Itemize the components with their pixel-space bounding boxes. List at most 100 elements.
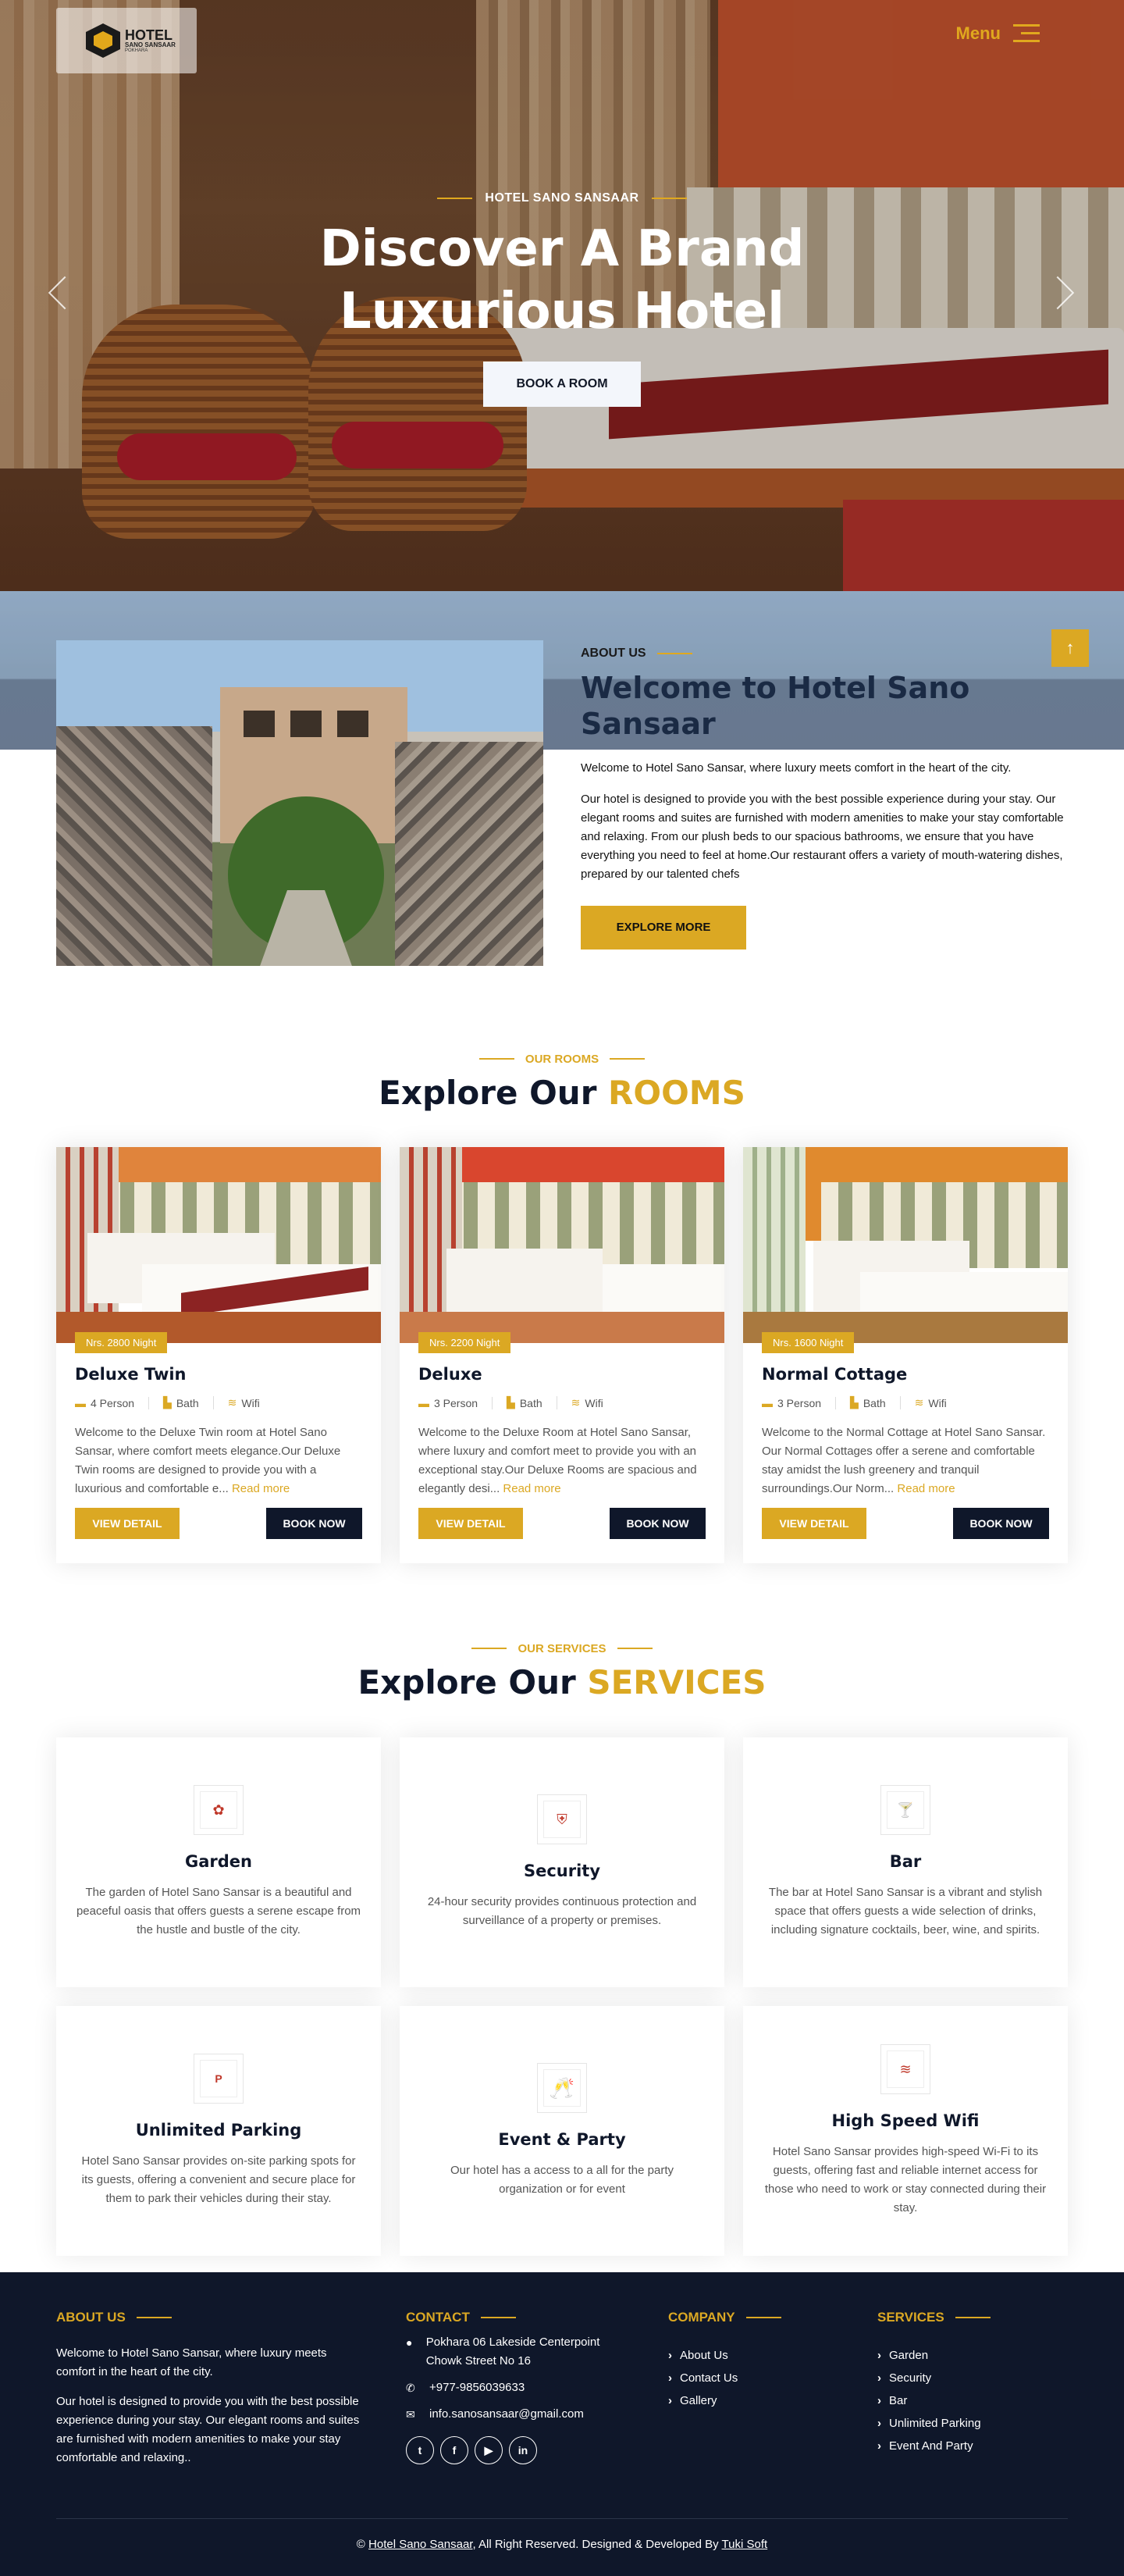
room-wifi-label: Wifi	[928, 1396, 947, 1409]
wifi-icon: ≋	[880, 2044, 930, 2094]
menu-button[interactable]: Menu	[956, 23, 1040, 44]
wifi-icon: ≋	[571, 1396, 581, 1409]
youtube-icon[interactable]: ▶	[475, 2436, 503, 2464]
view-detail-button[interactable]: VIEW DETAIL	[418, 1508, 523, 1539]
chevron-right-icon: ›	[877, 2394, 881, 2407]
read-more-link[interactable]: Read more	[232, 1482, 290, 1495]
about-image-stone-wall	[56, 726, 212, 966]
shield-icon: ⛨	[537, 1794, 587, 1844]
cocktail-icon: 🍸	[880, 1785, 930, 1835]
linkedin-icon[interactable]: in	[509, 2436, 537, 2464]
footer-link-about[interactable]: › About Us	[668, 2344, 840, 2367]
view-detail-button[interactable]: VIEW DETAIL	[762, 1508, 866, 1539]
copyright-symbol: ©	[356, 2538, 369, 2551]
twitter-icon[interactable]: t	[406, 2436, 434, 2464]
footer-link-garden[interactable]: › Garden	[877, 2344, 1068, 2367]
footer-link-gallery[interactable]: › Gallery	[668, 2389, 840, 2412]
logo-sub: SANO SANSAAR	[125, 41, 176, 48]
room-image	[400, 1147, 724, 1343]
services-grid: ✿ Garden The garden of Hotel Sano Sansar…	[56, 1737, 1068, 2256]
room-meta: ▬ 3 Person ▙ Bath ≋ Wifi	[762, 1396, 1049, 1409]
footer-link-bar[interactable]: › Bar	[877, 2389, 1068, 2412]
rooms-title-accent: ROOMS	[608, 1073, 745, 1112]
back-to-top-button[interactable]: ↑	[1051, 629, 1089, 667]
book-now-button[interactable]: BOOK NOW	[610, 1508, 706, 1539]
read-more-link[interactable]: Read more	[897, 1482, 955, 1495]
room-persons: ▬ 4 Person	[75, 1396, 150, 1409]
room-card: Nrs. 2200 Night Deluxe ▬ 3 Person ▙ Bath ≋…	[400, 1147, 724, 1563]
chevron-right-icon: ›	[668, 2394, 672, 2407]
about-image	[56, 640, 543, 966]
service-card: ⛨ Security 24-hour security provides con…	[400, 1737, 724, 1987]
about-title: Welcome to Hotel Sano Sansaar	[581, 671, 970, 741]
service-card: ✿ Garden The garden of Hotel Sano Sansar…	[56, 1737, 381, 1987]
footer-link-security[interactable]: › Security	[877, 2367, 1068, 2389]
services-eyebrow: OUR SERVICES	[471, 1642, 652, 1655]
hero-title-line2: Luxurious Hotel	[339, 283, 785, 340]
footer-link-label: Gallery	[680, 2394, 717, 2407]
room-bath-label: Bath	[519, 1396, 542, 1409]
footer-phone-text: +977-9856039633	[429, 2381, 525, 2394]
about-section: ABOUT US Welcome to Hotel Sano Sansaar W…	[56, 640, 1068, 968]
room-image	[743, 1147, 1068, 1343]
logo-text: HOTEL SANO SANSAAR POKHARA	[125, 28, 176, 53]
footer-link-label: Contact Us	[680, 2371, 738, 2385]
read-more-link[interactable]: Read more	[503, 1482, 560, 1495]
service-description: Hotel Sano Sansar provides on-site parki…	[81, 2154, 356, 2205]
footer-about-p2: Our hotel is designed to provide you wit…	[56, 2395, 360, 2464]
rooms-list: Nrs. 2800 Night Deluxe Twin ▬ 4 Person ▙ B…	[56, 1147, 1068, 1563]
footer-link-event[interactable]: › Event And Party	[877, 2435, 1068, 2457]
service-description: The bar at Hotel Sano Sansar is a vibran…	[768, 1886, 1043, 1936]
footer-link-contact[interactable]: › Contact Us	[668, 2367, 840, 2389]
site-logo[interactable]: HOTEL SANO SANSAAR POKHARA	[56, 8, 197, 73]
phone-icon: ✆	[406, 2382, 415, 2394]
services-title-accent: SERVICES	[587, 1662, 767, 1701]
explore-more-button[interactable]: EXPLORE MORE	[581, 906, 746, 950]
footer-link-label: Event And Party	[889, 2439, 973, 2453]
envelope-icon: ✉	[406, 2408, 415, 2421]
footer-phone[interactable]: ✆ +977-9856039633	[406, 2378, 632, 2397]
footer-link-parking[interactable]: › Unlimited Parking	[877, 2412, 1068, 2435]
developer-link[interactable]: Tuki Soft	[722, 2538, 768, 2551]
room-body: Deluxe ▬ 3 Person ▙ Bath ≋ Wifi Welcome to …	[400, 1343, 724, 1539]
facebook-icon[interactable]: f	[440, 2436, 468, 2464]
footer-link-label: Garden	[889, 2349, 929, 2362]
room-image-bed	[446, 1249, 603, 1319]
about-image-window	[244, 711, 275, 737]
wifi-icon: ≋	[227, 1396, 237, 1409]
room-wifi: ≋ Wifi	[571, 1396, 617, 1409]
room-price-badge: Nrs. 2800 Night	[75, 1332, 168, 1353]
book-a-room-button[interactable]: BOOK A ROOM	[483, 362, 641, 407]
footer-services: SERVICES › Garden › Security › Bar › Unlimit…	[877, 2310, 1068, 2457]
garden-icon: ✿	[194, 1785, 244, 1835]
room-price-badge: Nrs. 1600 Night	[762, 1332, 855, 1353]
bed-icon: ▬	[418, 1396, 429, 1409]
room-body: Normal Cottage ▬ 3 Person ▙ Bath ≋ Wifi Wel…	[743, 1343, 1068, 1539]
room-image	[56, 1147, 381, 1343]
footer-about-p1: Welcome to Hotel Sano Sansar, where luxu…	[56, 2346, 327, 2378]
service-description: 24-hour security provides continuous pro…	[427, 1895, 697, 1927]
room-bath-label: Bath	[176, 1396, 199, 1409]
copyright-brand-link[interactable]: Hotel Sano Sansaar	[368, 2538, 472, 2551]
view-detail-button[interactable]: VIEW DETAIL	[75, 1508, 180, 1539]
footer-link-label: Bar	[889, 2394, 908, 2407]
garden-glyph: ✿	[200, 1791, 237, 1829]
room-persons-label: 3 Person	[434, 1396, 478, 1409]
book-now-button[interactable]: BOOK NOW	[266, 1508, 362, 1539]
book-now-button[interactable]: BOOK NOW	[953, 1508, 1049, 1539]
room-bath: ▙ Bath	[163, 1396, 214, 1409]
cheers-glyph: 🥂	[543, 2069, 581, 2107]
map-marker-icon: ●	[406, 2336, 413, 2349]
room-card: Nrs. 2800 Night Deluxe Twin ▬ 4 Person ▙ B…	[56, 1147, 381, 1563]
service-title: Event & Party	[498, 2130, 626, 2149]
wifi-icon: ≋	[914, 1396, 924, 1409]
bath-icon: ▙	[507, 1396, 515, 1409]
social-links: t f ▶ in	[406, 2436, 632, 2464]
service-title: Unlimited Parking	[135, 2121, 302, 2140]
service-card: P Unlimited Parking Hotel Sano Sansar pr…	[56, 2006, 381, 2256]
room-bath: ▙ Bath	[850, 1396, 901, 1409]
footer-link-label: Security	[889, 2371, 932, 2385]
footer-email[interactable]: ✉ info.sanosansaar@gmail.com	[406, 2405, 632, 2424]
hero-eyebrow: HOTEL SANO SANSAAR	[437, 191, 686, 205]
room-description: Welcome to the Deluxe Twin room at Hotel…	[75, 1423, 362, 1498]
